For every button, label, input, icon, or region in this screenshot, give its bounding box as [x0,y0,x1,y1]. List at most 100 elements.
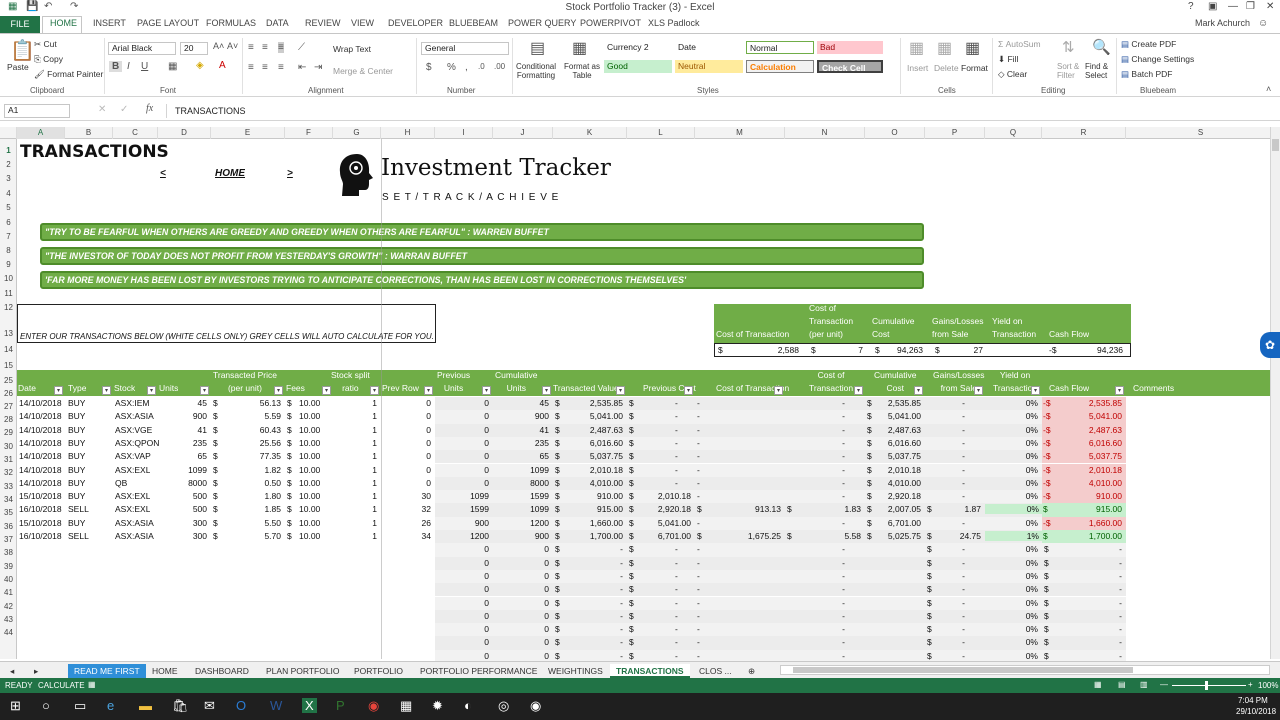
tab-power-query[interactable]: POWER QUERY [508,18,576,28]
nav-next-link[interactable]: > [287,168,293,179]
table-row[interactable]: 14/10/2018 BUY QB 8000 $0.50 $10.00 1 0 0 8000 $4,… [17,476,1270,491]
user-name[interactable]: Mark Achurch [1195,18,1250,28]
sheet-tab[interactable]: PLAN PORTFOLIO [260,664,346,678]
sheet-tab[interactable]: PORTFOLIO [348,664,409,678]
italic-icon[interactable]: I [127,61,130,72]
row-header[interactable]: 3 [0,174,17,183]
excel-taskbar-icon[interactable]: X [302,698,317,713]
delete-cells-icon[interactable]: ▦ [937,38,952,58]
table-row[interactable]: 0 0 $ - $ - - - $ -0% $ - [17,583,1270,597]
page-break-view-icon[interactable]: ▥ [1140,680,1148,689]
font-color-icon[interactable]: A [219,60,226,71]
conditional-formatting-button[interactable]: Conditional Formatting [516,62,556,80]
filter-dropdown-icon[interactable]: ▾ [370,386,379,395]
row-header[interactable]: 25 [0,376,17,385]
align-center-icon[interactable]: ≡ [262,62,268,73]
style-calculation[interactable]: Calculation [746,60,814,73]
find-select-icon[interactable]: 🔍 [1092,38,1111,56]
align-top-icon[interactable]: ≡ [248,42,254,53]
shrink-font-icon[interactable]: A˅ [227,41,238,51]
tab-powerpivot[interactable]: POWERPIVOT [580,18,641,28]
insert-function-icon[interactable]: fx [146,103,153,114]
align-right-icon[interactable]: ≡ [278,62,284,73]
filter-dropdown-icon[interactable]: ▾ [974,386,983,395]
paste-button[interactable]: Paste [7,62,29,72]
style-bad[interactable]: Bad [817,41,883,54]
filter-dropdown-icon[interactable]: ▾ [616,386,625,395]
app-icon-2[interactable]: ◎ [498,698,509,714]
minimize-icon[interactable]: — [1228,1,1238,12]
change-settings-button[interactable]: ▤ Change Settings [1121,54,1194,65]
borders-icon[interactable]: ▦ [168,61,177,72]
zoom-in-icon[interactable]: + [1248,680,1253,689]
decrease-indent-icon[interactable]: ⇤ [298,62,306,73]
app-icon-1[interactable]: ◐ [464,698,472,713]
column-header[interactable]: G [333,127,381,139]
column-header[interactable]: S [1126,127,1276,139]
row-header[interactable]: 40 [0,575,17,584]
column-header[interactable]: I [435,127,493,139]
row-header[interactable]: 1 [0,146,17,155]
style-neutral[interactable]: Neutral [675,60,743,73]
store-icon[interactable]: 🛍 [172,698,189,714]
side-widget-icon[interactable]: ✿ [1260,332,1280,358]
word-icon[interactable]: W [270,698,282,713]
font-size-select[interactable]: 20 [180,42,208,55]
app-icon-3[interactable]: ◉ [530,698,541,714]
column-header[interactable]: P [925,127,985,139]
row-header[interactable]: 5 [0,203,17,212]
worksheet-grid[interactable]: TRANSACTIONS < HOME > Investment Tracker… [17,139,1270,663]
filter-dropdown-icon[interactable]: ▾ [774,386,783,395]
horizontal-scroll-thumb[interactable] [793,667,1133,673]
style-good[interactable]: Good [604,60,672,73]
currency-icon[interactable]: $ [426,62,432,73]
tab-file[interactable]: FILE [0,16,40,33]
filter-dropdown-icon[interactable]: ▾ [274,386,283,395]
select-all-corner[interactable] [0,127,17,139]
filter-dropdown-icon[interactable]: ▾ [1115,386,1124,395]
cut-button[interactable]: ✂ Cut [34,39,57,50]
tab-review[interactable]: REVIEW [305,18,341,28]
clear-button[interactable]: ◇ Clear [998,69,1027,80]
align-bottom-icon[interactable]: ≡ [278,42,284,53]
ribbon-options-icon[interactable]: ▣ [1208,1,1217,12]
style-normal[interactable]: Normal [746,41,814,54]
row-header[interactable]: 6 [0,218,17,227]
row-header[interactable]: 28 [0,415,17,424]
zoom-level[interactable]: 100% [1258,681,1278,690]
table-row[interactable]: 16/10/2018 SELL ASX:ASIA 300 $5.70 $10.00 1 34 1… [17,530,1270,544]
nav-home-link[interactable]: HOME [215,168,245,179]
status-calculate[interactable]: CALCULATE [38,681,85,690]
row-header[interactable]: 11 [0,289,17,298]
horizontal-scrollbar[interactable] [780,665,1270,675]
tab-view[interactable]: VIEW [351,18,374,28]
vertical-scroll-thumb[interactable] [1272,139,1279,151]
style-currency-2[interactable]: Currency 2 [604,41,672,54]
tab-scroll-right-icon[interactable]: ▸ [28,664,44,678]
page-layout-view-icon[interactable]: ▤ [1118,680,1126,689]
enter-icon[interactable]: ✓ [120,104,128,115]
increase-decimal-icon[interactable]: .0 [478,62,485,71]
collapse-ribbon-icon[interactable]: ˄ [1266,84,1271,94]
sort-filter-button[interactable]: Sort & Filter [1057,62,1079,80]
table-row[interactable]: 0 0 $ - $ - - - $ -0% $ - [17,569,1270,584]
row-header[interactable]: 31 [0,455,17,464]
column-header[interactable]: E [211,127,285,139]
table-row[interactable]: 14/10/2018 BUY ASX:QPON 235 $25.56 $10.00 1 0 0 2… [17,436,1270,451]
sheet-tab[interactable]: READ ME FIRST [68,664,146,678]
table-row[interactable]: 0 0 $ - $ - - - $ -0% $ - [17,543,1270,557]
row-header[interactable]: 26 [0,389,17,398]
row-header[interactable]: 14 [0,345,17,354]
format-painter-button[interactable]: 🖌 Format Painter [34,69,103,80]
row-header[interactable]: 32 [0,468,17,477]
tab-bluebeam[interactable]: BLUEBEAM [449,18,498,28]
filter-dropdown-icon[interactable]: ▾ [147,386,156,395]
row-header[interactable]: 36 [0,522,17,531]
batch-pdf-button[interactable]: ▤ Batch PDF [1121,69,1173,80]
row-header[interactable]: 39 [0,562,17,571]
filter-dropdown-icon[interactable]: ▾ [54,386,63,395]
filter-dropdown-icon[interactable]: ▾ [684,386,693,395]
sheet-tab[interactable]: WEIGHTINGS [542,664,609,678]
tab-home[interactable]: HOME [50,18,77,28]
align-middle-icon[interactable]: ≡ [262,42,268,53]
